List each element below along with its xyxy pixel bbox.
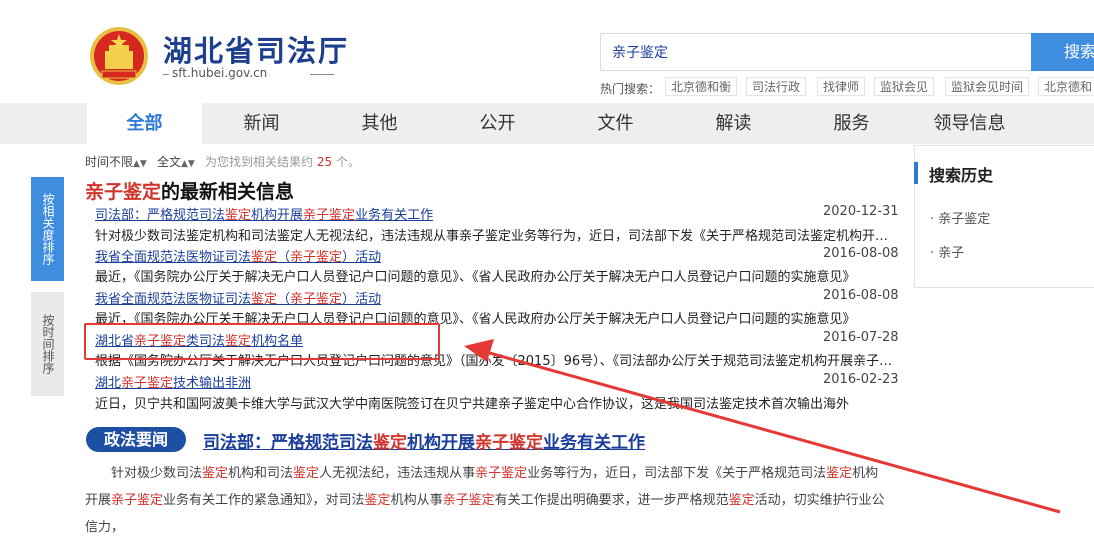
search-input-value[interactable]: 亲子鉴定	[612, 42, 668, 62]
result-date: 2016-02-23	[823, 372, 899, 387]
result-title[interactable]: 我省全面规范法医物证司法鉴定（亲子鉴定）活动	[95, 246, 381, 265]
result-date: 2016-08-08	[823, 288, 899, 303]
result-snippet: 近日，贝宁共和国阿波美卡维大学与武汉大学中南医院签订在贝宁共建亲子鉴定中心合作协…	[95, 397, 850, 412]
result-count-number: 25	[316, 155, 333, 169]
news-badge: 政法要闻	[86, 427, 186, 452]
results-heading-keyword: 亲子鉴定	[85, 181, 162, 203]
news-title[interactable]: 司法部：严格规范司法鉴定机构开展亲子鉴定业务有关工作	[203, 428, 645, 453]
tab-services[interactable]: 服务	[794, 103, 909, 144]
search-history-title: 搜索历史	[929, 166, 994, 185]
search-history-item-label: 亲子鉴定	[938, 212, 991, 227]
result-date: 2016-07-28	[823, 330, 899, 345]
result-snippet: 针对极少数司法鉴定机构和司法鉴定人无视法纪，违法违规从事亲子鉴定业务等行为，近日…	[95, 229, 895, 244]
time-filter-label: 时间不限	[85, 155, 134, 169]
result-count: 为您找到相关结果约 25 个。	[205, 153, 360, 170]
news-body: 针对极少数司法鉴定机构和司法鉴定人无视法纪，违法违规从事亲子鉴定业务等行为，近日…	[85, 460, 890, 541]
scope-filter[interactable]: 全文▲▼	[157, 153, 195, 170]
search-button[interactable]: 搜索	[1031, 33, 1094, 71]
sort-by-time-button[interactable]: 按时间排序	[31, 292, 64, 396]
national-emblem-logo	[88, 25, 150, 87]
search-history-item[interactable]: · 亲子	[930, 242, 964, 261]
search-history-item[interactable]: · 亲子鉴定	[930, 208, 990, 227]
domain-divider-right	[310, 74, 334, 75]
site-title: 湖北省司法厅	[163, 34, 350, 68]
result-count-suffix: 个。	[335, 155, 360, 169]
hot-search-tag[interactable]: 监狱会见	[874, 77, 935, 96]
domain-divider-left	[163, 74, 169, 75]
hot-search-tag[interactable]: 找律师	[817, 77, 866, 96]
results-heading: 亲子鉴定的最新相关信息	[85, 177, 294, 204]
site-domain: sft.hubei.gov.cn	[172, 66, 268, 80]
tab-leaders[interactable]: 领导信息	[912, 103, 1027, 144]
result-snippet: 最近，《国务院办公厅关于解决无户口人员登记户口问题的意见》、《省人民政府办公厅关…	[95, 270, 856, 285]
tab-all[interactable]: 全部	[87, 103, 202, 144]
tab-files[interactable]: 文件	[558, 103, 673, 144]
result-title[interactable]: 我省全面规范法医物证司法鉴定（亲子鉴定）活动	[95, 288, 381, 307]
result-date: 2020-12-31	[823, 204, 899, 219]
sort-by-relevance-button[interactable]: 按相关度排序	[31, 177, 64, 281]
time-filter[interactable]: 时间不限▲▼	[85, 153, 147, 170]
hot-search-tag[interactable]: 监狱会见时间	[945, 77, 1030, 96]
hot-search-tag[interactable]: 司法行政	[746, 77, 807, 96]
sort-arrows-icon: ▲▼	[133, 159, 147, 169]
result-title[interactable]: 湖北亲子鉴定技术输出非洲	[95, 372, 251, 391]
results-heading-text: 的最新相关信息	[161, 181, 295, 203]
hot-search-tag[interactable]: 北京德和	[1038, 77, 1094, 96]
news-body-text: 针对极少数司法鉴定机构和司法鉴定人无视法纪，违法违规从事亲子鉴定业务等行为，近日…	[85, 466, 885, 535]
sort-arrows-icon: ▲▼	[181, 159, 195, 169]
result-date: 2016-08-08	[823, 246, 899, 261]
tab-news[interactable]: 新闻	[204, 103, 319, 144]
hot-search-tag[interactable]: 北京德和衡	[665, 77, 738, 96]
result-title[interactable]: 司法部：严格规范司法鉴定机构开展亲子鉴定业务有关工作	[95, 204, 433, 223]
scope-filter-label: 全文	[157, 155, 182, 169]
result-count-prefix: 为您找到相关结果约	[205, 155, 314, 169]
search-history-accent	[914, 162, 918, 184]
tab-public[interactable]: 公开	[440, 103, 555, 144]
tab-interpretation[interactable]: 解读	[676, 103, 791, 144]
search-history-item-label: 亲子	[938, 246, 965, 261]
hot-search-label: 热门搜索：	[600, 82, 661, 96]
annotation-highlight-box	[84, 323, 440, 360]
tab-other[interactable]: 其他	[322, 103, 437, 144]
